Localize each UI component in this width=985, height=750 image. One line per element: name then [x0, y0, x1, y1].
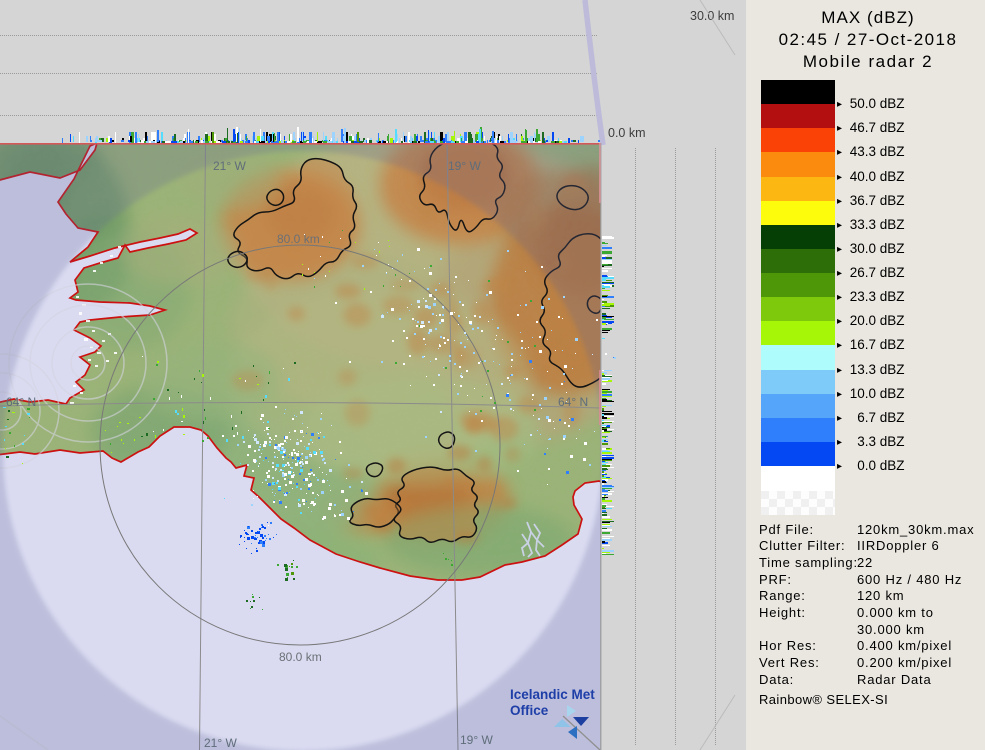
svg-text:21° W: 21° W	[204, 736, 237, 750]
svg-text:19° W: 19° W	[448, 159, 481, 173]
svg-text:Icelandic Met: Icelandic Met	[510, 687, 595, 702]
svg-text:80.0 km: 80.0 km	[277, 232, 320, 246]
svg-text:64° N: 64° N	[6, 395, 36, 409]
svg-text:19° W: 19° W	[460, 733, 493, 747]
svg-text:21° W: 21° W	[213, 159, 246, 173]
svg-text:64° N: 64° N	[558, 395, 588, 409]
svg-text:80.0 km: 80.0 km	[279, 650, 322, 664]
svg-text:Office: Office	[510, 703, 549, 718]
